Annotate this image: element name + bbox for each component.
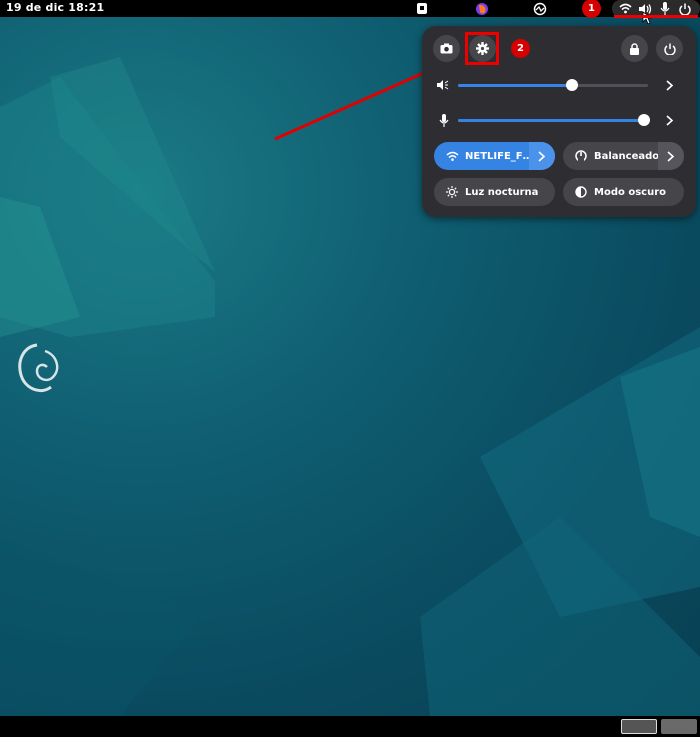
- volume-slider-knob[interactable]: [566, 79, 578, 91]
- step-2-badge: 2: [511, 39, 530, 58]
- lock-icon: [630, 42, 639, 55]
- workspace-1-thumbnail[interactable]: [621, 719, 657, 734]
- wifi-menu-arrow[interactable]: [529, 142, 555, 170]
- power-mode-label: Balanceado: [594, 150, 660, 162]
- volume-slider-fill: [458, 84, 572, 87]
- activity-icon[interactable]: [532, 0, 548, 17]
- workspace-2-thumbnail[interactable]: [661, 719, 697, 734]
- debian-logo: [18, 343, 59, 392]
- wifi-icon: [443, 151, 461, 161]
- chevron-right-icon[interactable]: [666, 80, 674, 91]
- mouse-cursor-icon: [642, 11, 652, 25]
- camera-icon: [440, 43, 453, 54]
- bottom-bar: [0, 716, 700, 737]
- dark-mode-label: Modo oscuro: [594, 186, 667, 198]
- dark-mode-toggle[interactable]: Modo oscuro: [563, 178, 684, 206]
- clock[interactable]: 19 de dic 18:21: [6, 1, 104, 14]
- speaker-low-icon: [437, 80, 449, 90]
- chevron-right-icon[interactable]: [666, 115, 674, 126]
- microphone-icon: [439, 114, 449, 127]
- firefox-icon[interactable]: [474, 0, 490, 17]
- wifi-toggle-label: NETLIFE_F…: [465, 150, 533, 162]
- step-1-badge: 1: [582, 0, 601, 18]
- top-bar: 19 de dic 18:21 1: [0, 0, 700, 25]
- chevron-right-icon: [667, 150, 675, 162]
- microphone-slider[interactable]: [458, 114, 650, 126]
- settings-highlight-box: [465, 32, 499, 65]
- power-off-button[interactable]: [656, 35, 683, 62]
- power-icon: [663, 43, 676, 55]
- microphone-slider-fill: [458, 119, 644, 122]
- system-menu-highlight: [614, 15, 698, 18]
- volume-slider[interactable]: [458, 79, 648, 91]
- wifi-toggle[interactable]: NETLIFE_F…: [434, 142, 555, 170]
- speedometer-icon: [572, 150, 590, 162]
- night-light-label: Luz nocturna: [465, 186, 539, 198]
- lock-button[interactable]: [621, 35, 648, 62]
- screenshot-button[interactable]: [433, 35, 460, 62]
- flatpak-icon[interactable]: [414, 0, 430, 17]
- power-mode-toggle[interactable]: Balanceado: [563, 142, 684, 170]
- quick-settings-panel: 2 NETLIFE_F… Balanceado Luz nocturna Mod…: [422, 26, 696, 217]
- sun-icon: [443, 186, 461, 198]
- power-mode-menu-arrow[interactable]: [658, 142, 684, 170]
- chevron-right-icon: [538, 150, 546, 162]
- contrast-icon: [572, 186, 590, 198]
- night-light-toggle[interactable]: Luz nocturna: [434, 178, 555, 206]
- microphone-slider-knob[interactable]: [638, 114, 650, 126]
